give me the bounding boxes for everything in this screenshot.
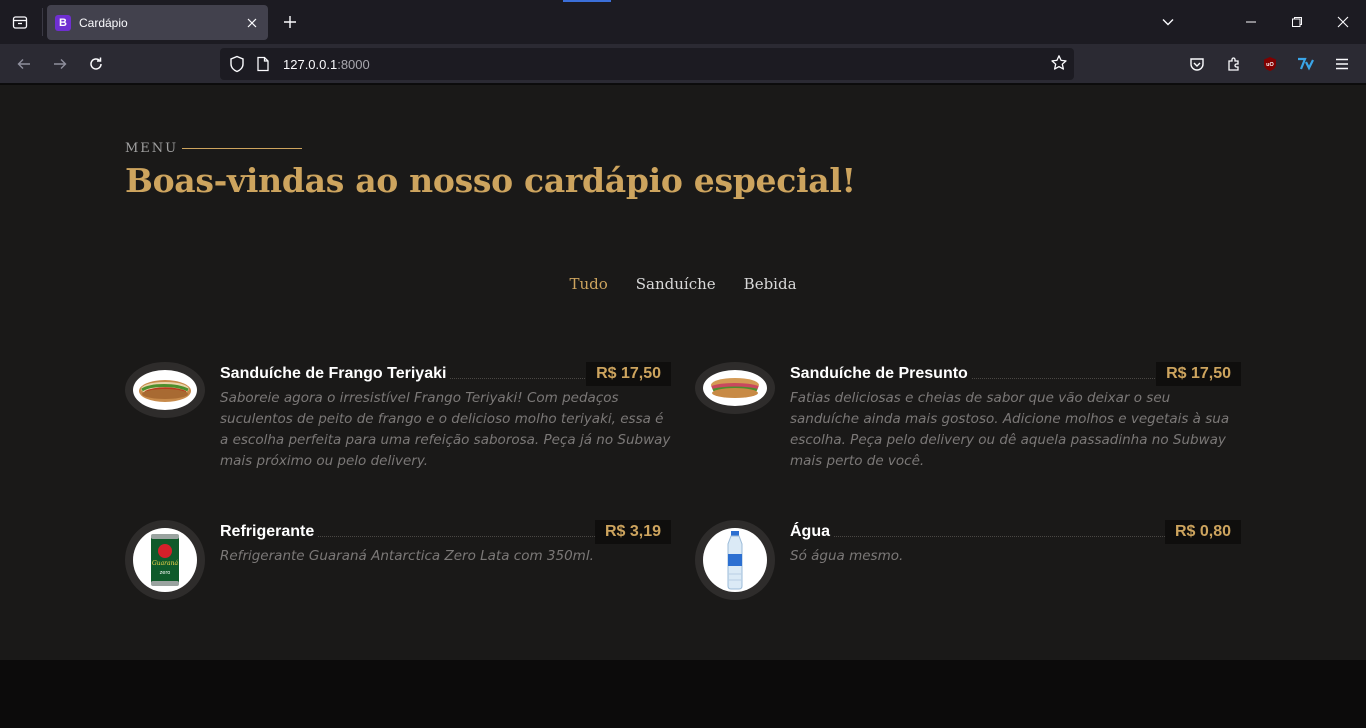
svg-text:zero: zero xyxy=(160,570,171,576)
ublock-origin-icon[interactable]: uO xyxy=(1258,52,1282,76)
item-price: R$ 3,19 xyxy=(594,520,671,544)
item-image-frame: Guaraná zero xyxy=(125,520,205,600)
minimize-icon[interactable] xyxy=(1237,8,1265,36)
item-price: R$ 0,80 xyxy=(1164,520,1241,544)
restore-icon[interactable] xyxy=(1283,8,1311,36)
tab-favicon: B xyxy=(55,14,71,31)
item-price: R$ 17,50 xyxy=(586,362,671,386)
page-icon[interactable] xyxy=(256,56,270,77)
item-description: Refrigerante Guaraná Antarctica Zero Lat… xyxy=(220,548,594,564)
filter-tudo[interactable]: Tudo xyxy=(569,275,607,293)
tab-close-icon[interactable] xyxy=(244,15,260,31)
hamburger-menu-icon[interactable] xyxy=(1330,52,1354,76)
item-description: Fatias deliciosas e cheias de sabor que … xyxy=(790,390,1230,469)
section-label-line xyxy=(182,148,302,149)
extensions-icon[interactable] xyxy=(1222,52,1246,76)
tracking-shield-icon[interactable] xyxy=(228,55,246,78)
water-bottle-image xyxy=(703,528,767,592)
page-footer-area xyxy=(0,660,1366,728)
close-window-icon[interactable] xyxy=(1329,8,1357,36)
item-name: Água xyxy=(790,523,834,541)
section-label: MENU xyxy=(125,141,179,156)
chevron-down-icon[interactable] xyxy=(1154,8,1182,36)
item-price: R$ 17,50 xyxy=(1156,362,1241,386)
menu-filters: Tudo Sanduíche Bebida xyxy=(0,275,1366,293)
ham-sandwich-image xyxy=(703,370,767,406)
item-image-frame xyxy=(695,362,775,414)
url-bar[interactable]: 127.0.0.1:8000 xyxy=(220,48,1074,80)
item-image-frame xyxy=(125,362,205,418)
soda-can-image: Guaraná zero xyxy=(133,528,197,592)
forward-arrow-icon[interactable] xyxy=(46,50,74,78)
item-image-frame xyxy=(695,520,775,600)
svg-text:uO: uO xyxy=(1266,62,1274,68)
new-tab-icon[interactable] xyxy=(278,10,302,34)
menu-item: Água R$ 0,80 Só água mesmo. xyxy=(695,520,1241,610)
menu-item: Sanduíche de Presunto R$ 17,50 Fatias de… xyxy=(695,362,1241,469)
browser-tab-bar: B Cardápio xyxy=(0,0,1366,44)
tab-separator xyxy=(42,8,43,36)
item-description: Só água mesmo. xyxy=(790,548,904,564)
translate-extension-icon[interactable] xyxy=(1294,52,1318,76)
filter-sanduiche[interactable]: Sanduíche xyxy=(636,275,716,293)
menu-item: Guaraná zero Refrigerante R$ 3,19 Refrige… xyxy=(125,520,671,610)
tab-bar-accent xyxy=(563,0,611,2)
svg-text:Guaraná: Guaraná xyxy=(152,560,179,567)
item-description: Saboreie agora o irresistível Frango Ter… xyxy=(220,390,671,469)
item-name: Sanduíche de Frango Teriyaki xyxy=(220,365,451,383)
filter-bebida[interactable]: Bebida xyxy=(744,275,797,293)
reload-icon[interactable] xyxy=(82,50,110,78)
bookmark-star-icon[interactable] xyxy=(1050,54,1068,77)
list-all-tabs-icon[interactable] xyxy=(8,10,32,34)
browser-tab[interactable]: B Cardápio xyxy=(47,5,268,40)
item-name: Sanduíche de Presunto xyxy=(790,365,972,383)
tab-title: Cardápio xyxy=(79,15,128,30)
url-host: 127.0.0.1 xyxy=(283,57,338,72)
browser-nav-bar: 127.0.0.1:8000 uO xyxy=(0,44,1366,84)
item-name: Refrigerante xyxy=(220,523,319,541)
menu-item: Sanduíche de Frango Teriyaki R$ 17,50 Sa… xyxy=(125,362,671,469)
pocket-icon[interactable] xyxy=(1185,52,1209,76)
url-port: :8000 xyxy=(337,57,370,72)
menu-section: MENU Boas-vindas ao nosso cardápio espec… xyxy=(0,85,1366,660)
back-arrow-icon[interactable] xyxy=(10,50,38,78)
teriyaki-sandwich-image xyxy=(133,370,197,410)
page-title: Boas-vindas ao nosso cardápio especial! xyxy=(125,161,856,200)
url-text: 127.0.0.1:8000 xyxy=(283,57,370,72)
